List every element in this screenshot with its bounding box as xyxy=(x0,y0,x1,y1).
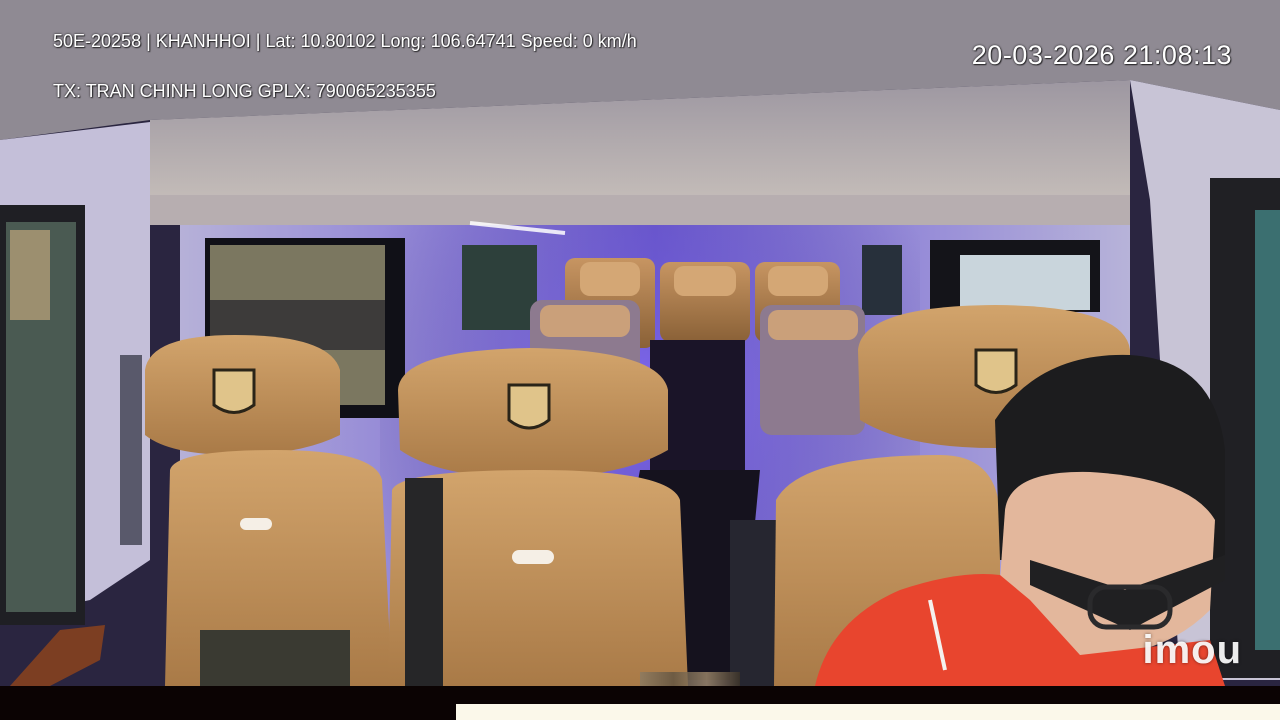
dashcam-frame: 50E-20258 | KHANHHOI | Lat: 10.80102 Lon… xyxy=(0,0,1280,720)
osd-driver-info: TX: TRAN CHINH LONG GPLX: 790065235355 xyxy=(53,81,436,101)
osd-datetime: 20-03-2026 21:08:13 xyxy=(971,40,1232,70)
cabin-scene xyxy=(0,0,1280,720)
video-glitch-strip xyxy=(456,704,1280,720)
osd-vehicle-info: 50E-20258 | KHANHHOI | Lat: 10.80102 Lon… xyxy=(53,31,637,51)
camera-brand-logo: imou xyxy=(1142,628,1242,672)
